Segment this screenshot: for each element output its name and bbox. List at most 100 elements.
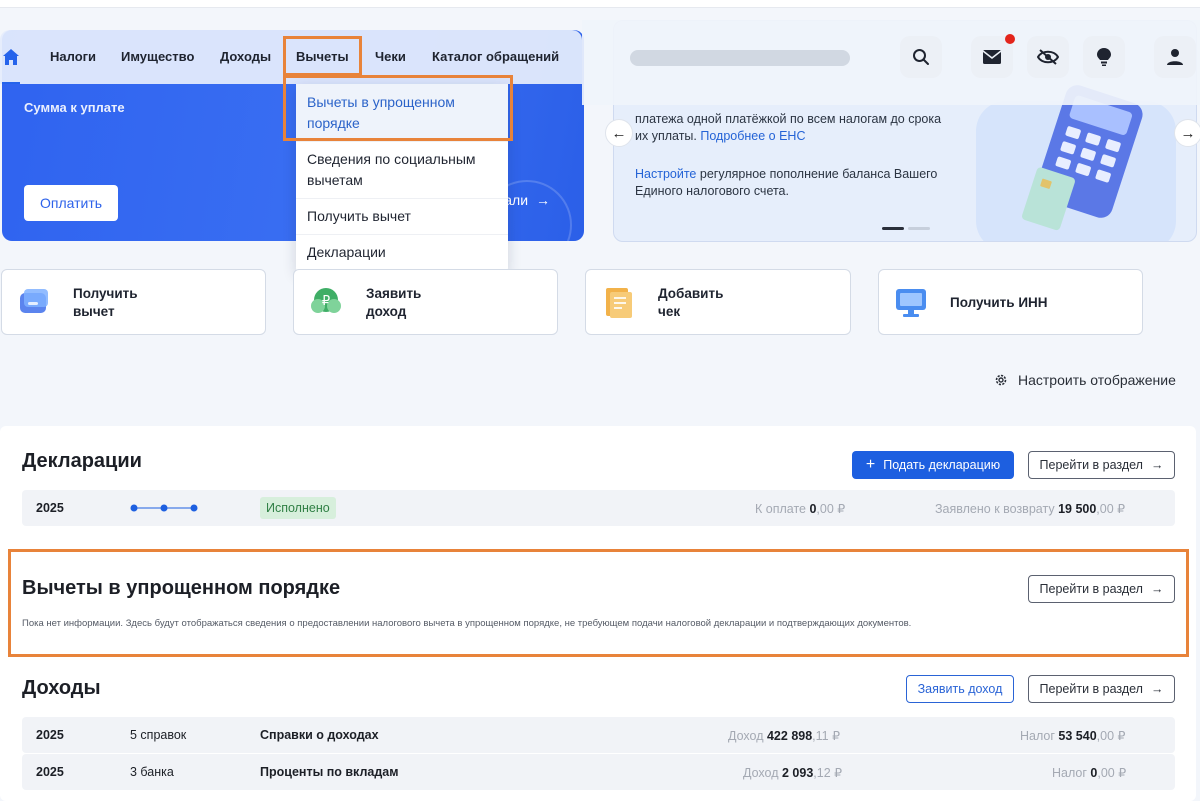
slide-dot[interactable] (882, 227, 904, 230)
refund-label: Заявлено к возврату (935, 502, 1055, 516)
tax-amount: Налог 53 540,00 ₽ (1020, 728, 1125, 743)
svg-text:₽: ₽ (322, 294, 330, 309)
slide-dot[interactable] (908, 227, 930, 230)
go-to-section-label: Перейти в раздел (1039, 582, 1143, 596)
search-button[interactable] (900, 36, 942, 78)
quick-action-label-line1: Получить (73, 286, 138, 301)
deduction-card-icon (20, 289, 48, 313)
nav-deductions-highlight (283, 36, 362, 76)
eye-off-icon (1037, 49, 1059, 65)
display-settings-link[interactable]: Настроить отображение (994, 372, 1176, 388)
simplified-deductions-info: Пока нет информации. Здесь будут отображ… (22, 618, 912, 629)
dropdown-item-highlight (283, 75, 513, 141)
quick-action-label-line1: Заявить (366, 286, 422, 301)
ens-info-text: платежа одной платёжкой по всем налогам … (635, 111, 955, 145)
setup-link[interactable]: Настройте (635, 167, 696, 181)
tax-fraction: ,00 ₽ (1096, 729, 1126, 743)
declare-income-button[interactable]: Заявить доход (906, 675, 1014, 703)
lightbulb-icon (1097, 48, 1111, 66)
income-value: 2 093 (781, 766, 814, 780)
quick-action-label: Получить ИНН (950, 294, 1048, 312)
simplified-deductions-highlight (8, 549, 1189, 657)
go-to-section-label: Перейти в раздел (1039, 682, 1143, 696)
ens-more-link[interactable]: Подробнее о ЕНС (700, 129, 805, 143)
submit-declaration-label: Подать декларацию (883, 458, 1001, 472)
arrow-right-icon: → (1150, 582, 1164, 596)
income-label: Доход (728, 729, 764, 743)
quick-action-get-deduction[interactable]: Получить вычет (1, 269, 266, 335)
to-pay-label: К оплате (755, 502, 806, 516)
declarations-title: Декларации (22, 450, 142, 472)
plus-icon: + (865, 456, 876, 473)
quick-action-label: Добавить чек (658, 285, 723, 321)
submit-declaration-button[interactable]: + Подать декларацию (852, 451, 1014, 479)
receipt-icon (606, 288, 632, 318)
next-slide-button[interactable]: → (1174, 119, 1200, 147)
user-icon (1167, 49, 1183, 65)
blurred-banner-title (630, 50, 850, 66)
income-amount: Доход 2 093,12 ₽ (743, 765, 842, 780)
simplified-deductions-go-button[interactable]: Перейти в раздел → (1028, 575, 1175, 603)
dropdown-item-social-deductions[interactable]: Сведения по социальным вычетам (307, 149, 497, 191)
income-fraction: ,11 ₽ (812, 729, 841, 743)
income-source-count: 3 банка (130, 765, 174, 779)
declaration-year: 2025 (36, 501, 64, 515)
dropdown-item-get-deduction[interactable]: Получить вычет (307, 206, 497, 227)
quick-action-get-inn[interactable]: Получить ИНН (878, 269, 1143, 335)
hide-balance-button[interactable] (1027, 36, 1069, 78)
refund-amount: Заявлено к возврату 19 500,00 ₽ (935, 501, 1125, 516)
gear-icon (995, 374, 1007, 386)
tax-value: 53 540 (1058, 729, 1097, 743)
arrow-right-icon: → (536, 192, 551, 208)
quick-action-label-line1: Получить ИНН (950, 295, 1048, 310)
income-fraction: ,12 ₽ (813, 766, 843, 780)
nav-requests-catalog[interactable]: Каталог обращений (432, 49, 559, 64)
quick-action-label-line2: вычет (73, 304, 115, 319)
to-pay-amount: К оплате 0,00 ₽ (755, 501, 845, 516)
home-active-indicator (2, 82, 20, 84)
slider-pagination[interactable] (882, 227, 930, 230)
income-source-count: 5 справок (130, 728, 187, 742)
income-row[interactable]: 2025 5 справок Справки о доходах Доход 4… (22, 717, 1175, 753)
quick-action-label-line1: Добавить (658, 286, 724, 301)
quick-action-label: Получить вычет (73, 285, 138, 321)
dropdown-divider (296, 234, 508, 235)
income-row-name: Справки о доходах (260, 728, 379, 742)
profile-button[interactable] (1154, 36, 1196, 78)
tax-amount: Налог 0,00 ₽ (1052, 765, 1126, 780)
income-amount: Доход 422 898,11 ₽ (728, 728, 840, 743)
nav-taxes[interactable]: Налоги (50, 49, 96, 64)
previous-slide-button[interactable]: ← (605, 119, 633, 147)
quick-action-label-line2: чек (658, 304, 681, 319)
income-label: Доход (743, 766, 779, 780)
refund-value: 19 500 (1058, 502, 1097, 516)
income-year: 2025 (36, 728, 64, 742)
tips-button[interactable] (1083, 36, 1125, 78)
dropdown-divider (296, 141, 508, 142)
search-icon (913, 49, 929, 65)
quick-action-add-receipt[interactable]: Добавить чек (585, 269, 851, 335)
declarations-go-button[interactable]: Перейти в раздел → (1028, 451, 1175, 479)
pay-button[interactable]: Оплатить (24, 185, 118, 221)
nav-property[interactable]: Имущество (121, 49, 194, 64)
arrow-right-icon: → (1150, 458, 1164, 472)
arrow-left-icon: ← (611, 124, 627, 142)
envelope-icon (982, 50, 1002, 64)
income-row[interactable]: 2025 3 банка Проценты по вкладам Доход 2… (22, 754, 1175, 790)
go-to-section-label: Перейти в раздел (1039, 458, 1143, 472)
quick-action-label-line2: доход (366, 304, 407, 319)
income-ruble-icon: ₽ (311, 288, 341, 313)
notification-dot (1005, 34, 1015, 44)
nav-income[interactable]: Доходы (220, 49, 271, 64)
tax-label: Налог (1052, 766, 1087, 780)
home-icon[interactable] (2, 48, 20, 66)
dropdown-item-declarations[interactable]: Декларации (307, 242, 497, 263)
inn-monitor-icon (896, 289, 926, 317)
simplified-deductions-title: Вычеты в упрощенном порядке (22, 577, 341, 599)
to-pay-fraction: ,00 ₽ (816, 502, 846, 516)
quick-action-declare-income[interactable]: ₽ Заявить доход (293, 269, 558, 335)
declaration-row[interactable]: 2025 Исполнено К оплате 0,00 ₽ Заявлено … (22, 490, 1175, 526)
nav-receipts[interactable]: Чеки (375, 49, 406, 64)
arrow-right-icon: → (1180, 124, 1196, 142)
income-go-button[interactable]: Перейти в раздел → (1028, 675, 1175, 703)
